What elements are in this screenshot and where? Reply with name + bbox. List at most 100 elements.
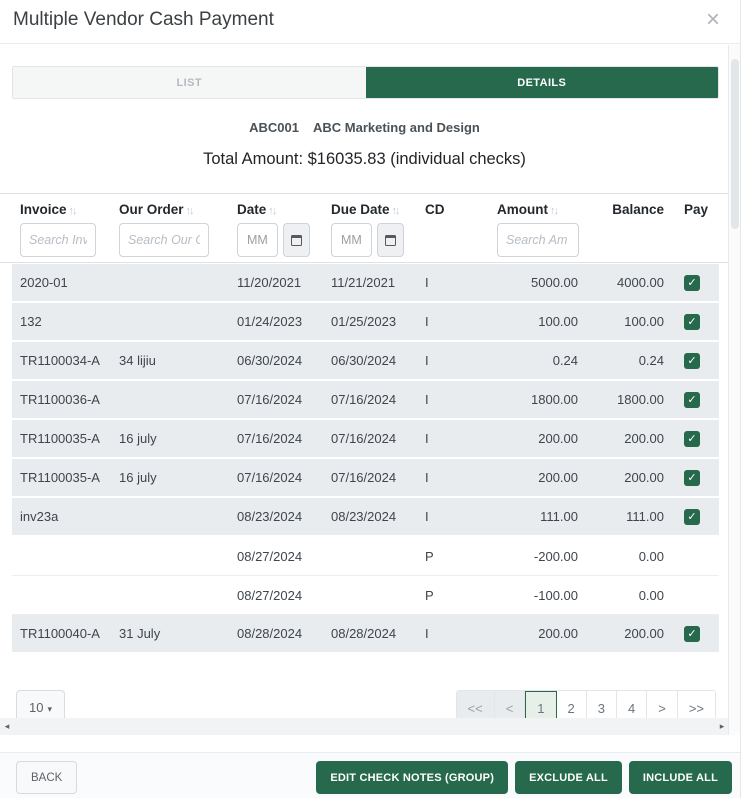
date-cell: 01/24/2023: [237, 314, 303, 329]
pay-cell: ✓: [668, 313, 719, 330]
close-icon[interactable]: ×: [698, 5, 728, 35]
date-cell: 07/16/2024: [237, 470, 303, 485]
sort-icon: ↑↓: [185, 205, 195, 217]
search-invoice-input[interactable]: [20, 223, 96, 257]
balance-cell: 4000.00: [617, 275, 664, 290]
table-header: Invoice ↑↓ Our Order ↑↓ Date ↑↓ Due Date ↑↓ …: [0, 193, 729, 263]
amount-cell: 200.00: [538, 626, 578, 641]
sort-icon: ↑↓: [550, 205, 559, 217]
column-header-cd: CD: [425, 202, 445, 217]
tab-details[interactable]: DETAILS: [365, 67, 718, 98]
table-row: 2020-01 11/20/2021 11/21/2021 I 5000.00 4000.…: [12, 264, 719, 303]
scrollbar-thumb[interactable]: [731, 59, 739, 229]
pay-checkbox[interactable]: ✓: [684, 430, 700, 447]
due-date-cell: 07/16/2024: [331, 470, 397, 485]
due-date-cell: 01/25/2023: [331, 314, 397, 329]
cd-cell: I: [425, 275, 429, 290]
column-header-balance: Balance: [612, 202, 664, 217]
scroll-right-icon[interactable]: ▸: [715, 718, 729, 735]
calendar-icon: [385, 234, 396, 246]
chevron-down-icon: ▾: [47, 703, 52, 714]
amount-cell: -200.00: [533, 548, 578, 564]
pay-checkbox[interactable]: ✓: [684, 508, 700, 525]
date-cell: 07/16/2024: [237, 431, 303, 446]
tab-bar: LIST DETAILS: [12, 66, 719, 99]
vendor-line: ABC001 ABC Marketing and Design: [0, 120, 729, 135]
invoice-cell: 2020-01: [20, 275, 68, 290]
due-date-cell: 11/21/2021: [331, 275, 396, 290]
date-filter-input[interactable]: [237, 223, 278, 257]
balance-cell: 200.00: [624, 431, 664, 446]
pay-checkbox[interactable]: ✓: [684, 625, 700, 642]
column-header-amount[interactable]: Amount ↑↓: [497, 202, 582, 217]
cd-cell: I: [425, 509, 429, 524]
date-cell: 08/23/2024: [237, 509, 303, 524]
invoice-cell: 132: [20, 314, 42, 329]
column-header-date[interactable]: Date ↑↓: [237, 202, 331, 217]
our-order-cell: 16 july: [119, 470, 157, 485]
date-calendar-button[interactable]: [283, 223, 310, 257]
vertical-scrollbar[interactable]: [728, 45, 740, 735]
balance-cell: 0.24: [638, 353, 664, 368]
amount-cell: 1800.00: [531, 392, 578, 407]
amount-cell: 5000.00: [531, 275, 578, 290]
due-date-cell: 08/28/2024: [331, 626, 397, 641]
column-header-invoice[interactable]: Invoice ↑↓: [20, 202, 119, 217]
cd-cell: I: [425, 353, 429, 368]
search-our-order-input[interactable]: [119, 223, 209, 257]
column-header-due-date[interactable]: Due Date ↑↓: [331, 202, 425, 217]
our-order-cell: 31 July: [119, 626, 161, 641]
pay-checkbox[interactable]: ✓: [684, 274, 700, 291]
pay-checkbox[interactable]: ✓: [684, 352, 700, 369]
table-filter-row: [12, 223, 719, 257]
balance-cell: 200.00: [624, 470, 664, 485]
date-cell: 08/28/2024: [237, 626, 303, 641]
due-date-calendar-button[interactable]: [377, 223, 404, 257]
tab-list[interactable]: LIST: [13, 67, 366, 98]
total-amount-line: Total Amount: $16035.83 (individual chec…: [203, 150, 526, 168]
include-all-button[interactable]: INCLUDE ALL: [628, 761, 732, 794]
cd-cell: P: [425, 548, 434, 564]
invoice-cell: TR1100035-A: [20, 470, 100, 485]
pay-cell: ✓: [668, 430, 719, 447]
cd-cell: I: [425, 314, 429, 329]
balance-cell: 200.00: [624, 626, 664, 641]
table-row: TR1100035-A 16 july 07/16/2024 07/16/2024 I 2…: [12, 420, 719, 459]
cd-cell: P: [425, 587, 434, 603]
pay-checkbox[interactable]: ✓: [684, 391, 700, 408]
due-date-cell: 08/23/2024: [331, 509, 397, 524]
scroll-left-icon[interactable]: ◂: [0, 718, 14, 735]
table-row: 132 01/24/2023 01/25/2023 I 100.00 100.00 ✓: [12, 303, 719, 342]
balance-cell: 0.00: [638, 548, 664, 564]
pay-cell: ✓: [668, 274, 719, 291]
edit-check-notes-button[interactable]: EDIT CHECK NOTES (GROUP): [316, 761, 509, 794]
sort-icon: ↑↓: [68, 205, 78, 217]
search-amount-input[interactable]: [497, 223, 579, 257]
balance-cell: 111.00: [626, 509, 664, 524]
exclude-all-button[interactable]: EXCLUDE ALL: [515, 761, 622, 794]
table-row: 08/27/2024 P -200.00 0.00: [12, 537, 719, 576]
cd-cell: I: [425, 431, 429, 446]
amount-cell: 200.00: [538, 470, 578, 485]
date-cell: 08/27/2024: [237, 587, 303, 603]
date-cell: 06/30/2024: [237, 353, 303, 368]
table-row: 08/27/2024 P -100.00 0.00: [12, 576, 719, 615]
sort-icon: ↑↓: [391, 205, 401, 217]
our-order-cell: 16 july: [119, 431, 157, 446]
page-title: Multiple Vendor Cash Payment: [13, 9, 274, 30]
pay-checkbox[interactable]: ✓: [684, 469, 700, 486]
column-header-our-order[interactable]: Our Order ↑↓: [119, 202, 237, 217]
due-date-filter-input[interactable]: [331, 223, 372, 257]
pay-checkbox[interactable]: ✓: [684, 313, 700, 330]
modal-header: Multiple Vendor Cash Payment ×: [0, 0, 740, 44]
amount-cell: -100.00: [533, 587, 578, 603]
amount-cell: 111.00: [540, 509, 578, 524]
pay-cell: ✓: [668, 508, 719, 525]
horizontal-scrollbar[interactable]: ◂ ▸: [0, 718, 729, 735]
amount-cell: 100.00: [538, 314, 578, 329]
back-button[interactable]: BACK: [16, 761, 78, 794]
vendor-name: ABC Marketing and Design: [313, 120, 480, 135]
modal-footer: BACK EDIT CHECK NOTES (GROUP) EXCLUDE AL…: [0, 752, 740, 798]
column-header-pay: Pay: [684, 202, 709, 217]
sort-icon: ↑↓: [268, 205, 277, 217]
